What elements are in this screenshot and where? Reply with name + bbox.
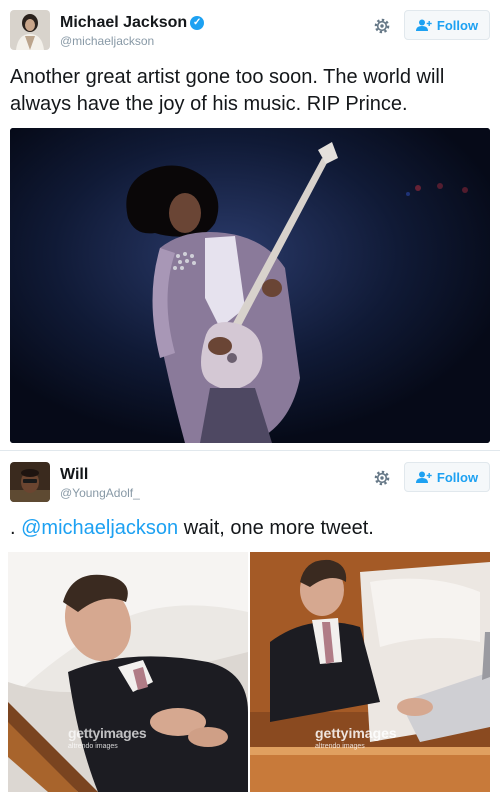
username[interactable]: @YoungAdolf_ (60, 486, 140, 500)
text-prefix: . (10, 517, 16, 539)
display-name[interactable]: Michael Jackson ✓ (60, 14, 205, 32)
display-name[interactable]: Will (60, 466, 88, 484)
follow-button[interactable]: Follow (404, 10, 490, 40)
watermark: gettyimages (68, 725, 147, 741)
text-suffix: wait, one more tweet. (183, 517, 374, 539)
laptop-coffin-photo: gettyimages altrendo images (250, 552, 490, 792)
person-add-icon (415, 19, 432, 31)
tweet-text: . @michaeljackson wait, one more tweet. (10, 515, 490, 542)
concert-photo (10, 128, 490, 443)
tweet-photo-right[interactable]: gettyimages altrendo images (250, 552, 490, 792)
tweet-michael-jackson: Michael Jackson ✓ @michaeljackson Follow … (0, 0, 500, 450)
watermark: gettyimages (315, 725, 397, 741)
watermark-sub: altrendo images (68, 743, 118, 750)
tweet-photo[interactable] (10, 128, 490, 443)
verified-badge-icon: ✓ (190, 16, 205, 30)
tweet-text: Another great artist gone too soon. The … (10, 66, 445, 115)
gear-icon[interactable] (372, 16, 392, 36)
tweet-will: Will @YoungAdolf_ Follow . @michaeljacks… (0, 452, 500, 800)
person-add-icon (415, 471, 432, 483)
follow-label: Follow (436, 17, 479, 33)
divider (0, 450, 500, 451)
follow-button[interactable]: Follow (404, 462, 490, 492)
gear-icon[interactable] (372, 468, 392, 488)
coffin-photo: gettyimages altrendo images (8, 552, 248, 792)
username[interactable]: @michaeljackson (60, 34, 154, 48)
avatar[interactable] (10, 462, 50, 502)
mention-link[interactable]: @michaeljackson (21, 517, 178, 539)
tweet-photo-left[interactable]: gettyimages altrendo images (8, 552, 248, 792)
follow-label: Follow (436, 469, 479, 485)
avatar[interactable] (10, 10, 50, 50)
watermark-sub: altrendo images (315, 743, 365, 750)
